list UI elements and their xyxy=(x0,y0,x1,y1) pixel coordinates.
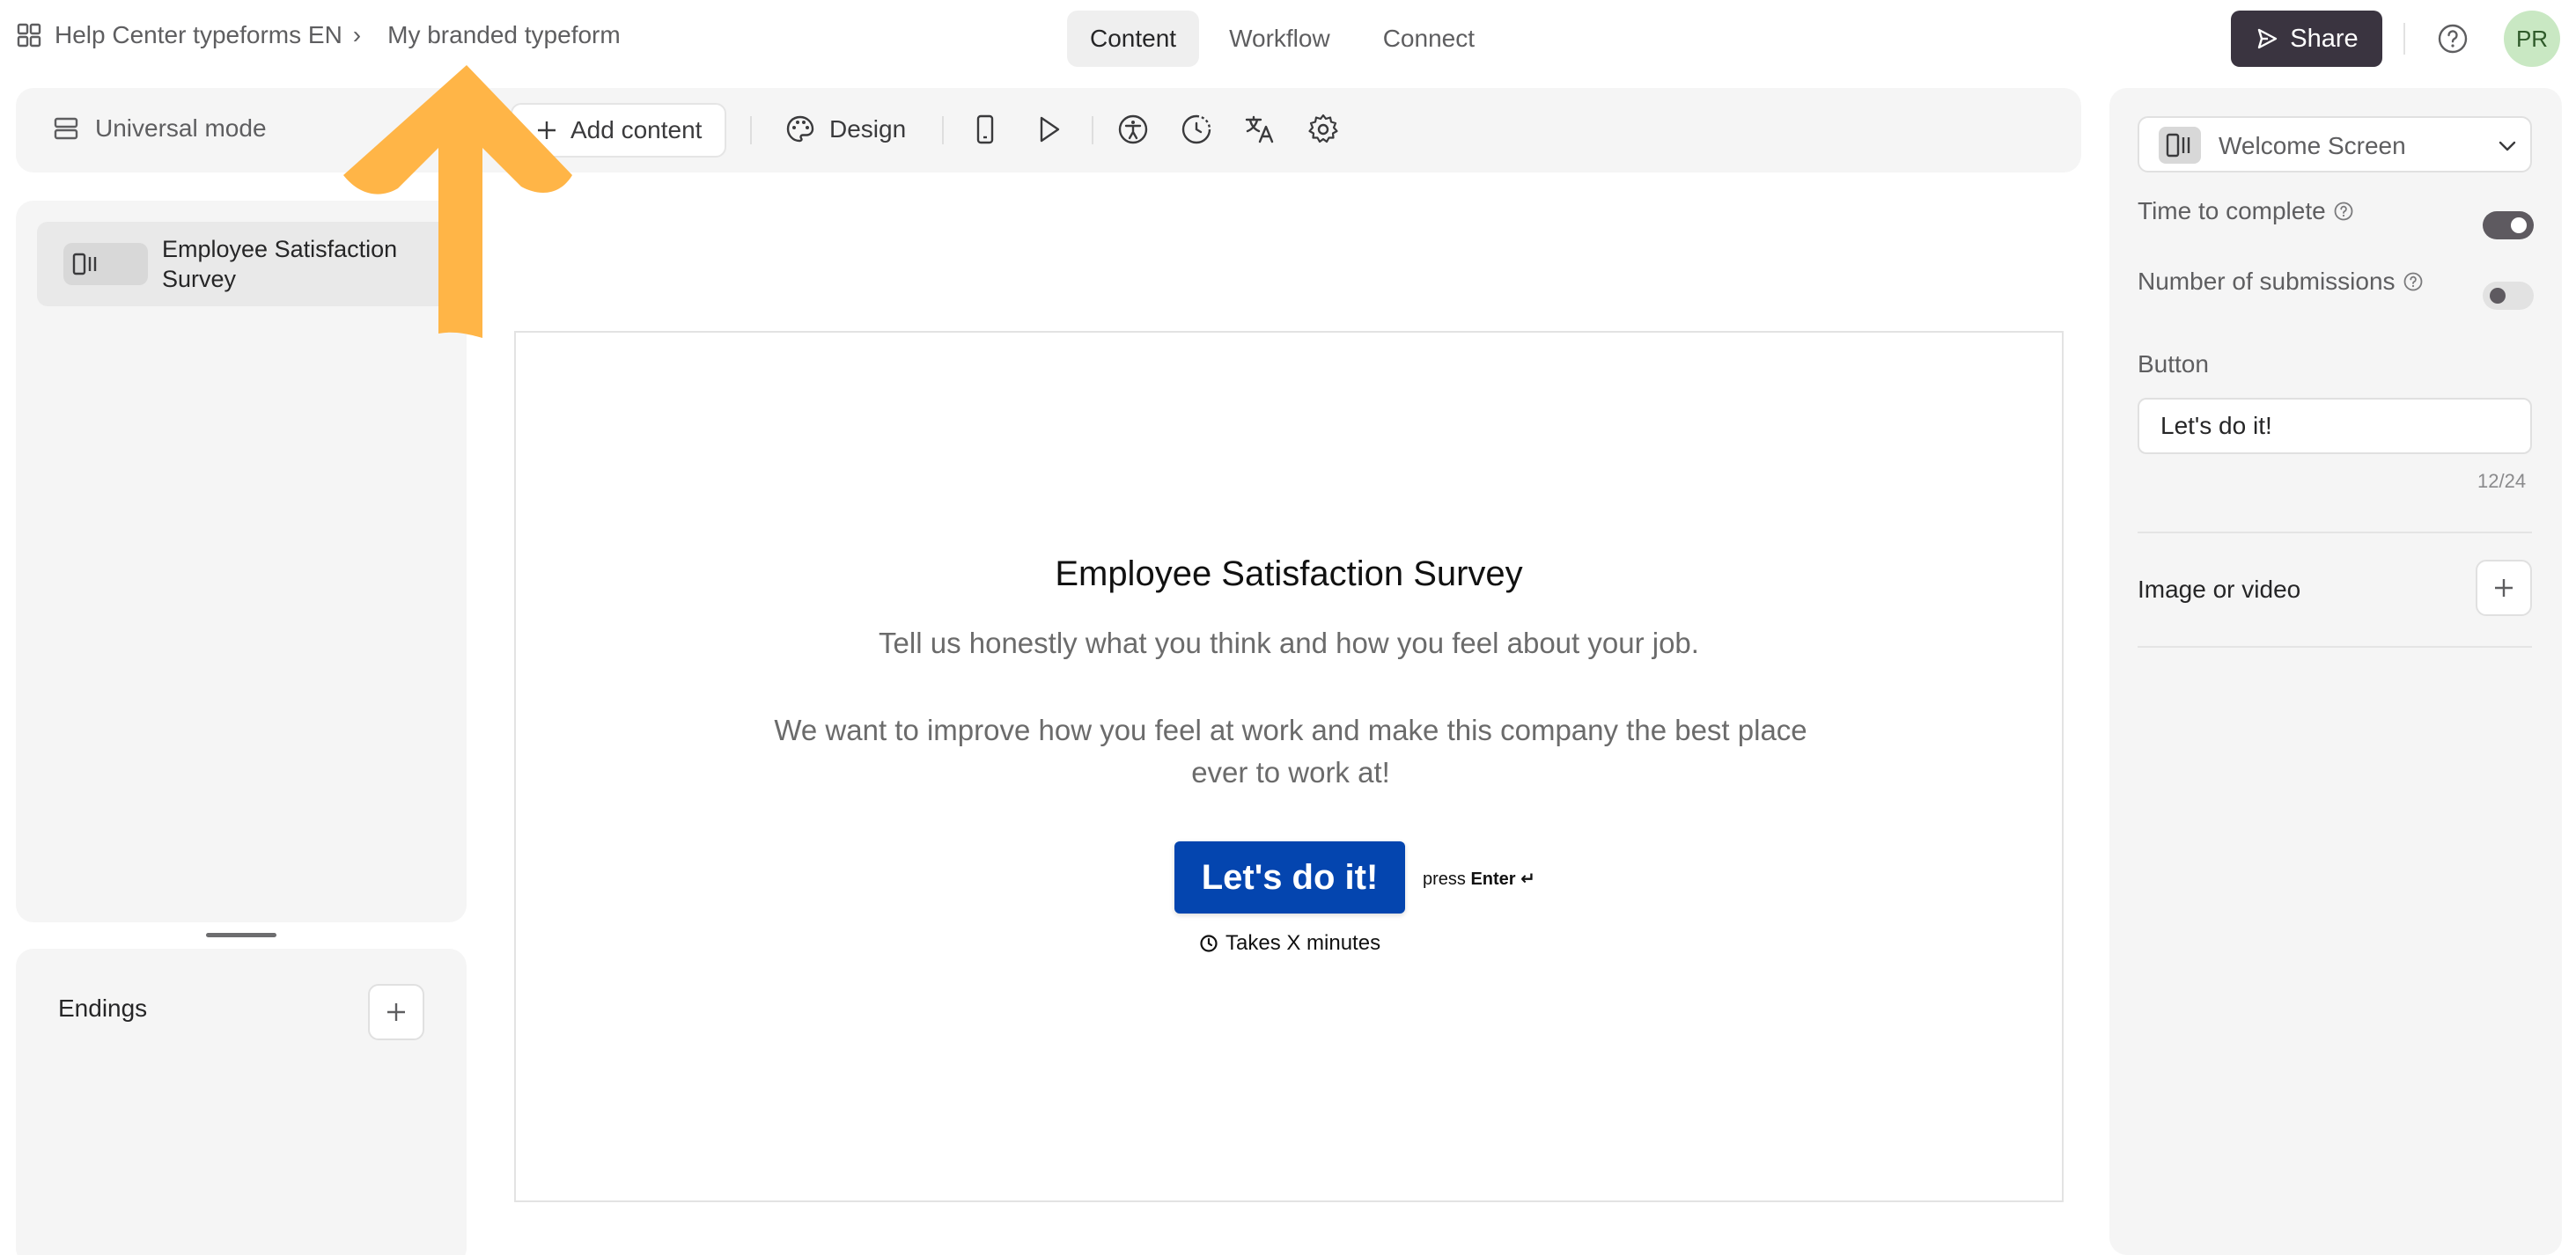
breadcrumb-workspace-link[interactable]: Help Center typeforms EN xyxy=(55,21,342,49)
breadcrumb: Help Center typeforms EN › My branded ty… xyxy=(16,21,621,49)
welcome-screen-icon xyxy=(2166,133,2190,158)
question-type-label: Welcome Screen xyxy=(2219,132,2406,159)
info-icon[interactable] xyxy=(2403,271,2424,292)
panel-resize-handle[interactable] xyxy=(206,933,276,937)
welcome-description-line-2[interactable]: We want to improve how you feel at work … xyxy=(754,709,1828,794)
share-button[interactable]: Share xyxy=(2231,11,2382,67)
tab-connect[interactable]: Connect xyxy=(1360,11,1498,67)
translate-icon[interactable] xyxy=(1243,113,1277,146)
toggle-knob xyxy=(2490,288,2506,304)
enter-key-label: Enter ↵ xyxy=(1470,870,1535,889)
time-to-complete-hint: Takes X minutes xyxy=(1199,931,1380,956)
universal-mode-toggle[interactable]: Universal mode xyxy=(53,114,267,143)
welcome-title[interactable]: Employee Satisfaction Survey xyxy=(516,554,2062,594)
divider xyxy=(2138,532,2532,533)
button-section-label: Button xyxy=(2138,350,2209,378)
divider xyxy=(2138,646,2532,648)
settings-panel: Welcome Screen Time to complete Number o… xyxy=(2109,88,2562,1255)
share-button-label: Share xyxy=(2290,24,2359,53)
divider xyxy=(1092,116,1093,144)
loading-progress-icon[interactable] xyxy=(1180,113,1213,146)
welcome-screen-badge xyxy=(63,243,148,285)
tab-workflow[interactable]: Workflow xyxy=(1206,11,1353,67)
grid-apps-icon[interactable] xyxy=(16,22,42,48)
avatar[interactable]: PR xyxy=(2504,11,2560,67)
add-media-button[interactable] xyxy=(2476,560,2532,616)
divider xyxy=(942,116,944,144)
breadcrumb-form-name[interactable]: My branded typeform xyxy=(387,21,621,49)
number-of-submissions-setting: Number of submissions xyxy=(2138,268,2424,296)
annotation-arrow-icon xyxy=(343,65,572,338)
mobile-preview-icon[interactable] xyxy=(968,113,1002,146)
editor-toolbar: Universal mode Add content Design xyxy=(16,88,2081,172)
welcome-screen-icon xyxy=(72,253,97,275)
help-icon[interactable] xyxy=(2437,23,2469,55)
send-icon xyxy=(2258,28,2278,49)
welcome-screen-badge xyxy=(2159,127,2201,164)
mode-label: Universal mode xyxy=(95,114,267,142)
button-text-input[interactable] xyxy=(2138,398,2532,454)
gear-icon[interactable] xyxy=(1306,113,1340,146)
number-of-submissions-toggle[interactable] xyxy=(2483,282,2534,310)
endings-label: Endings xyxy=(58,994,148,1022)
add-ending-button[interactable] xyxy=(368,984,424,1040)
info-icon[interactable] xyxy=(2333,201,2354,222)
toggle-knob xyxy=(2511,217,2527,233)
divider xyxy=(2403,23,2405,55)
form-preview-canvas[interactable]: Employee Satisfaction Survey Tell us hon… xyxy=(514,331,2064,1202)
start-button[interactable]: Let's do it! xyxy=(1174,841,1405,914)
main-tabs: Content Workflow Connect xyxy=(1067,11,1498,67)
clock-icon xyxy=(1200,935,1218,952)
design-button[interactable]: Design xyxy=(785,114,906,144)
plus-icon xyxy=(2495,579,2513,597)
palette-icon xyxy=(786,115,814,143)
character-count: 12/24 xyxy=(2477,470,2527,492)
accessibility-icon[interactable] xyxy=(1116,113,1150,146)
press-enter-hint: press Enter ↵ xyxy=(1423,868,1535,890)
press-label: press xyxy=(1423,870,1466,889)
image-or-video-label: Image or video xyxy=(2138,576,2301,603)
layout-rows-icon xyxy=(54,117,78,140)
number-of-submissions-label: Number of submissions xyxy=(2138,268,2396,295)
question-type-select[interactable]: Welcome Screen xyxy=(2138,116,2532,172)
time-to-complete-toggle[interactable] xyxy=(2483,211,2534,239)
tab-content[interactable]: Content xyxy=(1067,11,1200,67)
breadcrumb-separator: › xyxy=(352,21,362,48)
play-preview-icon[interactable] xyxy=(1032,113,1065,146)
time-to-complete-label: Time to complete xyxy=(2138,197,2326,224)
time-to-complete-setting: Time to complete xyxy=(2138,197,2354,225)
time-label: Takes X minutes xyxy=(1225,931,1381,955)
divider xyxy=(750,116,752,144)
chevron-down-icon xyxy=(2499,141,2516,151)
endings-panel: Endings xyxy=(16,949,467,1255)
design-label: Design xyxy=(829,115,907,143)
plus-icon xyxy=(387,1003,405,1021)
welcome-description-line-1[interactable]: Tell us honestly what you think and how … xyxy=(516,627,2062,660)
